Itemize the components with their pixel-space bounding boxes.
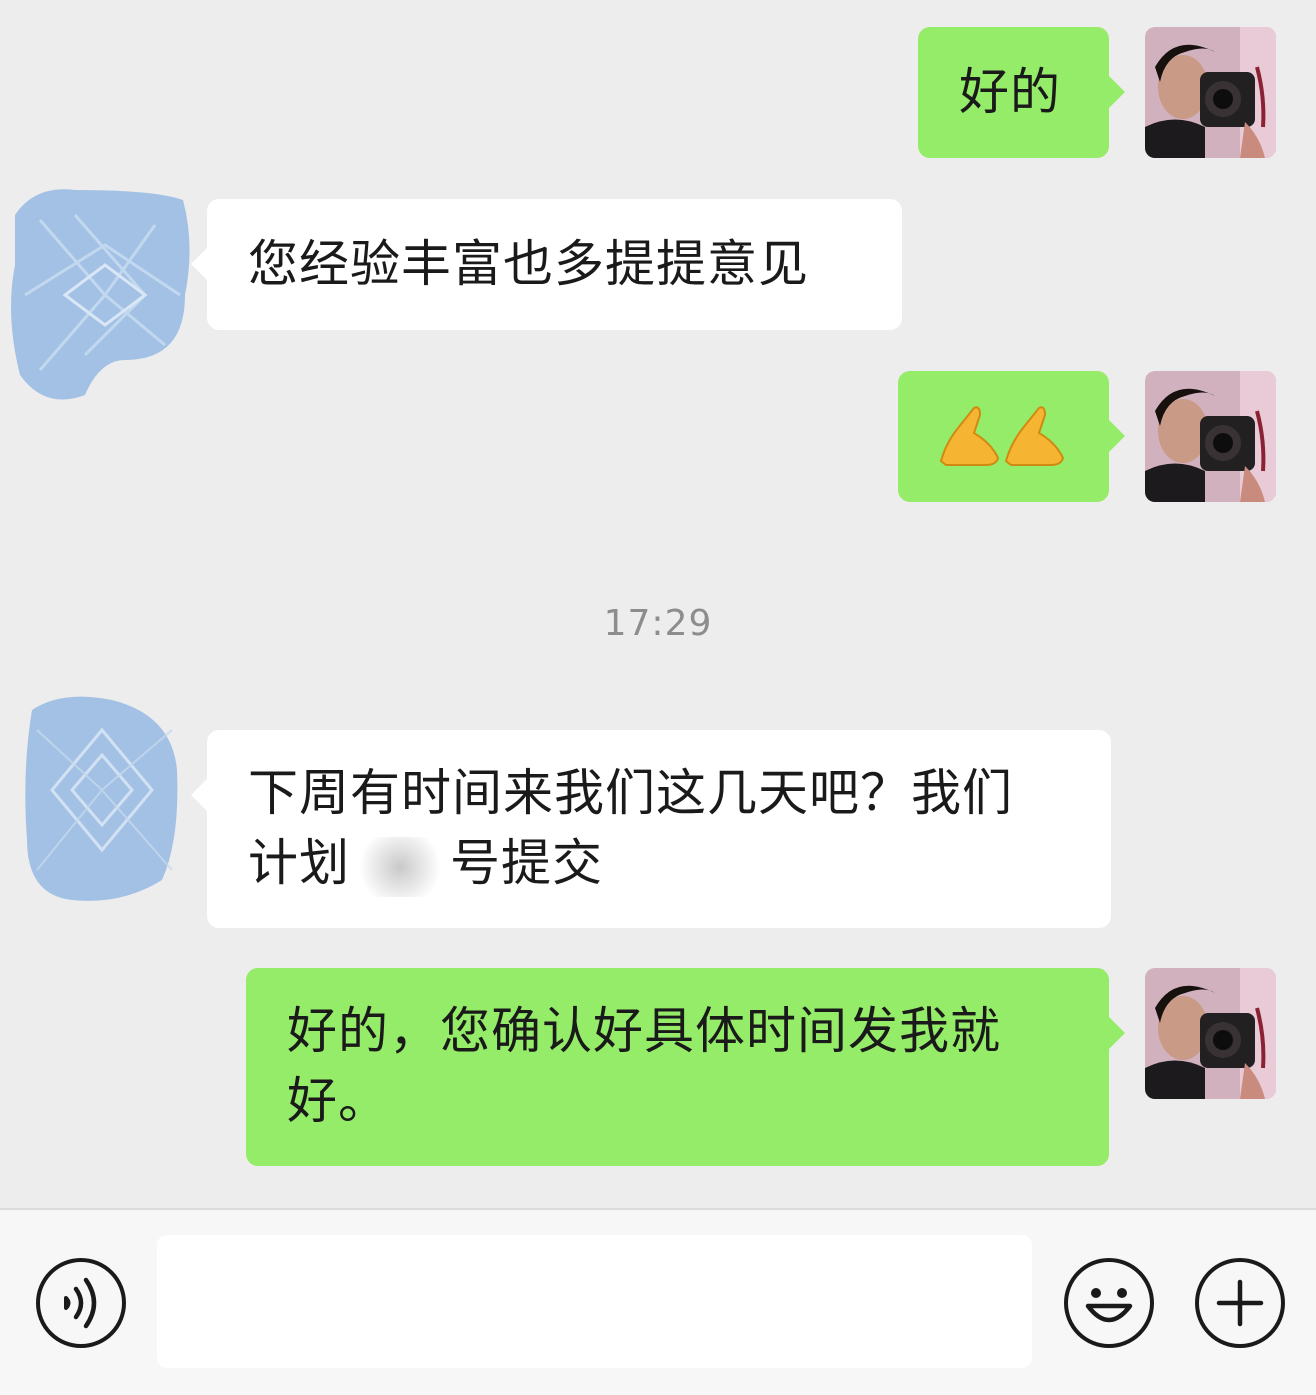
voice-icon bbox=[64, 1277, 97, 1329]
emoji-icon bbox=[1085, 1288, 1133, 1323]
message-text: 好的 bbox=[959, 63, 1061, 121]
more-button[interactable] bbox=[1195, 1258, 1285, 1348]
input-bar bbox=[0, 1208, 1316, 1395]
plus-icon bbox=[1216, 1279, 1264, 1327]
my-avatar[interactable] bbox=[1145, 27, 1276, 158]
message-text-part: 计划 bbox=[248, 834, 350, 892]
message-bubble-received[interactable]: 您经验丰富也多提提意见 bbox=[191, 199, 902, 330]
my-avatar[interactable] bbox=[1145, 371, 1276, 502]
my-avatar[interactable] bbox=[1145, 968, 1276, 1099]
contact-avatar-redacted[interactable] bbox=[5, 185, 190, 405]
voice-button[interactable] bbox=[36, 1258, 126, 1348]
message-bubble-sent[interactable]: 好的 bbox=[918, 27, 1125, 158]
message-input[interactable] bbox=[157, 1235, 1032, 1368]
message-timestamp: 17:29 bbox=[603, 603, 713, 644]
message-text-line: 下周有时间来我们这几天吧？我们 bbox=[248, 764, 1013, 822]
message-bubble-sent[interactable] bbox=[898, 371, 1125, 502]
redacted-blur bbox=[350, 836, 450, 897]
folded-hands-emoji-icon bbox=[939, 406, 1065, 466]
message-text: 您经验丰富也多提提意见 bbox=[248, 235, 809, 293]
message-text-part: 号提交 bbox=[450, 834, 603, 892]
message-text-line: 好的，您确认好具体时间发我就 bbox=[287, 1002, 1001, 1060]
contact-avatar-redacted[interactable] bbox=[22, 690, 182, 905]
emoji-button[interactable] bbox=[1064, 1258, 1154, 1348]
message-bubble-received[interactable]: 下周有时间来我们这几天吧？我们 计划 号提交 bbox=[191, 730, 1111, 928]
message-bubble-sent[interactable]: 好的，您确认好具体时间发我就 好。 bbox=[246, 968, 1125, 1166]
chat-area: 好的 您经验丰富也多提提意见 17:29 下周有时间来我们这几天吧？我们 计划 … bbox=[0, 0, 1316, 1208]
message-text-line: 好。 bbox=[287, 1072, 389, 1130]
